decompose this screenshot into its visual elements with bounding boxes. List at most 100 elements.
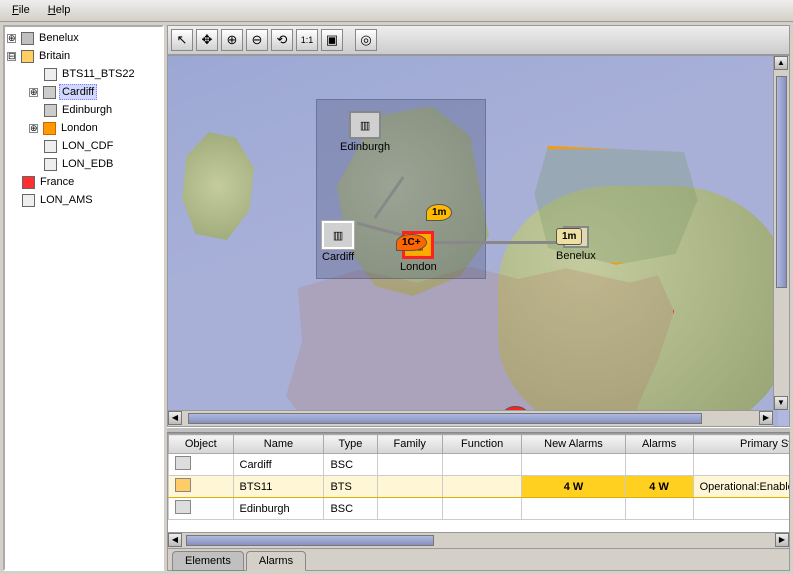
object-icon: [175, 500, 191, 514]
map-land-ireland: [173, 126, 263, 246]
col-header-family[interactable]: Family: [377, 435, 442, 454]
tree-node-cardiff[interactable]: ⊕ Cardiff: [7, 83, 160, 101]
cell-family: [377, 476, 442, 498]
zoom-out-tool[interactable]: ⊖: [246, 29, 268, 51]
cell-name: BTS11: [233, 476, 324, 498]
expand-toggle[interactable]: ⊕: [29, 88, 38, 97]
scroll-right-button[interactable]: ▶: [759, 411, 773, 425]
cell-object: [169, 476, 234, 498]
scroll-up-button[interactable]: ▲: [774, 56, 788, 70]
cell-primary-state: Operational:Enable: [693, 476, 789, 498]
cell-alarms: [625, 454, 693, 476]
scroll-left-button[interactable]: ◀: [168, 411, 182, 425]
bsc-icon: [43, 86, 56, 99]
object-icon: [175, 478, 191, 492]
tree-node-lon-edb[interactable]: LON_EDB: [7, 155, 160, 173]
tab-alarms[interactable]: Alarms: [246, 551, 306, 571]
pan-tool[interactable]: ✥: [196, 29, 218, 51]
tab-elements[interactable]: Elements: [172, 551, 244, 571]
col-header-primary-state[interactable]: Primary Stat: [693, 435, 789, 454]
map-canvas[interactable]: ▥ Edinburgh ▥ Cardiff ▥ London Benelux 1…: [168, 56, 778, 427]
pointer-tool[interactable]: ↖: [171, 29, 193, 51]
table-horizontal-scrollbar[interactable]: ◀ ▶: [168, 532, 789, 548]
tree-node-edinburgh[interactable]: Edinburgh: [7, 101, 160, 119]
cell-alarms: 4 W: [625, 476, 693, 498]
scroll-right-button[interactable]: ▶: [775, 533, 789, 547]
tree-label: Benelux: [37, 31, 81, 45]
tree-node-britain[interactable]: ⊟ Britain: [7, 47, 160, 65]
zoom-reset-tool[interactable]: 1:1: [296, 29, 318, 51]
cell-new-alarms: [522, 454, 625, 476]
link-icon: [44, 158, 57, 171]
node-label: Edinburgh: [340, 141, 390, 153]
tree-label: LON_EDB: [60, 157, 115, 171]
cell-new-alarms: [522, 498, 625, 520]
tree-node-france[interactable]: France: [7, 173, 160, 191]
tree-node-lon-cdf[interactable]: LON_CDF: [7, 137, 160, 155]
map-link[interactable]: [428, 241, 568, 244]
tree-node-bts11-bts22[interactable]: BTS11_BTS22: [7, 65, 160, 83]
zoom-back-tool[interactable]: ⟲: [271, 29, 293, 51]
network-tree-panel: ⊕ Benelux ⊟ Britain BTS11_BTS22 ⊕ Cardif…: [3, 25, 164, 571]
overview-tool[interactable]: ◎: [355, 29, 377, 51]
tree-label-selected: Cardiff: [59, 84, 97, 100]
map-node-edinburgh[interactable]: ▥ Edinburgh: [340, 111, 390, 153]
map-horizontal-scrollbar[interactable]: ◀ ▶: [168, 410, 773, 426]
bsc-icon: ▥: [349, 111, 381, 139]
node-label: Cardiff: [322, 251, 354, 263]
cell-object: [169, 454, 234, 476]
cell-type: BSC: [324, 454, 377, 476]
cell-new-alarms: 4 W: [522, 476, 625, 498]
menubar: File Help: [0, 0, 793, 22]
region-icon: [21, 32, 34, 45]
fit-view-tool[interactable]: ▣: [321, 29, 343, 51]
scroll-left-button[interactable]: ◀: [168, 533, 182, 547]
tree-label: LON_CDF: [60, 139, 115, 153]
map-vertical-scrollbar[interactable]: ▲ ▼: [773, 56, 789, 410]
main-area: ⊕ Benelux ⊟ Britain BTS11_BTS22 ⊕ Cardif…: [0, 22, 793, 574]
collapse-toggle[interactable]: ⊟: [7, 52, 16, 61]
cell-family: [377, 454, 442, 476]
bsc-icon: ▥: [322, 221, 354, 249]
scroll-thumb[interactable]: [186, 535, 434, 546]
alarm-badge[interactable]: 1C+: [396, 234, 427, 251]
tree-node-benelux[interactable]: ⊕ Benelux: [7, 29, 160, 47]
tree-label: London: [59, 121, 100, 135]
tree-label: Britain: [37, 49, 72, 63]
map-region-france[interactable]: [278, 261, 678, 427]
col-header-type[interactable]: Type: [324, 435, 377, 454]
col-header-new-alarms[interactable]: New Alarms: [522, 435, 625, 454]
map-toolbar: ↖ ✥ ⊕ ⊖ ⟲ 1:1 ▣ ◎: [167, 25, 790, 55]
alarm-table-panel: Object Name Type Family Function New Ala…: [167, 433, 790, 571]
scroll-down-button[interactable]: ▼: [774, 396, 788, 410]
expand-toggle[interactable]: ⊕: [7, 34, 16, 43]
cell-primary-state: [693, 498, 789, 520]
menu-help[interactable]: Help: [40, 2, 79, 19]
cell-type: BSC: [324, 498, 377, 520]
object-icon: [175, 456, 191, 470]
col-header-name[interactable]: Name: [233, 435, 324, 454]
table-row[interactable]: CardiffBSC: [169, 454, 790, 476]
col-header-function[interactable]: Function: [442, 435, 521, 454]
network-tree[interactable]: ⊕ Benelux ⊟ Britain BTS11_BTS22 ⊕ Cardif…: [5, 27, 162, 211]
menu-file[interactable]: File: [4, 2, 38, 19]
col-header-object[interactable]: Object: [169, 435, 234, 454]
alarm-table: Object Name Type Family Function New Ala…: [168, 434, 789, 520]
zoom-in-tool[interactable]: ⊕: [221, 29, 243, 51]
expand-toggle[interactable]: ⊕: [29, 124, 38, 133]
table-row[interactable]: BTS11BTS4 W4 WOperational:Enable: [169, 476, 790, 498]
table-row[interactable]: EdinburghBSC: [169, 498, 790, 520]
alarm-badge[interactable]: 1m: [556, 228, 582, 245]
cell-name: Edinburgh: [233, 498, 324, 520]
tree-node-lon-ams[interactable]: LON_AMS: [7, 191, 160, 209]
right-pane: ↖ ✥ ⊕ ⊖ ⟲ 1:1 ▣ ◎ ▥: [167, 25, 790, 571]
scroll-thumb[interactable]: [776, 76, 787, 288]
tree-node-london[interactable]: ⊕ London: [7, 119, 160, 137]
region-icon: [21, 50, 34, 63]
cell-primary-state: [693, 454, 789, 476]
map-node-cardiff[interactable]: ▥ Cardiff: [322, 221, 354, 263]
scroll-thumb[interactable]: [188, 413, 702, 424]
map-viewport[interactable]: ▥ Edinburgh ▥ Cardiff ▥ London Benelux 1…: [167, 55, 790, 427]
col-header-alarms[interactable]: Alarms: [625, 435, 693, 454]
alarm-table-scroll[interactable]: Object Name Type Family Function New Ala…: [168, 434, 789, 532]
